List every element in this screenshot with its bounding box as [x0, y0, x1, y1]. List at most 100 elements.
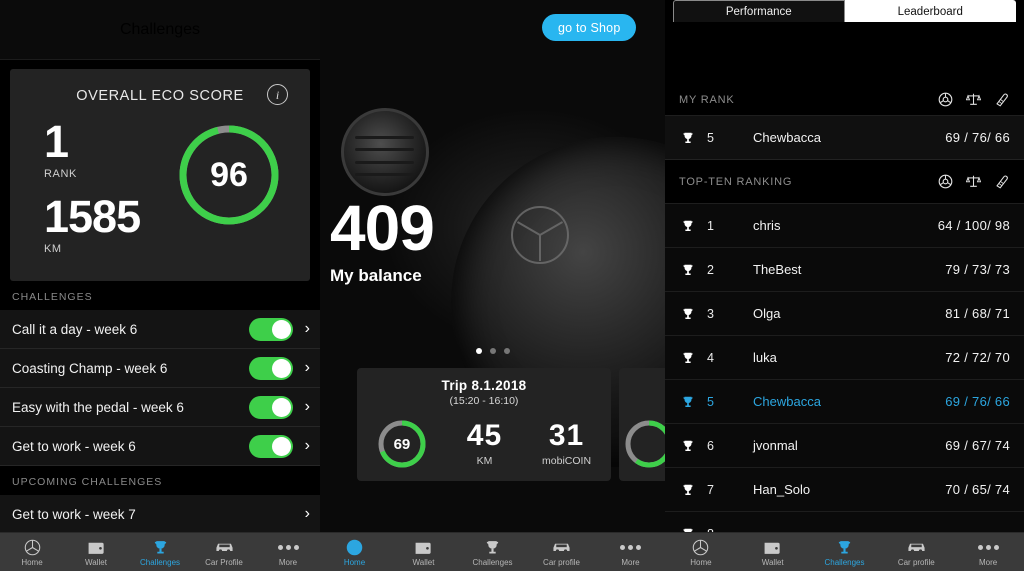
page-dot[interactable]: [503, 348, 510, 354]
rank-scores: 69 / 76/ 66: [945, 130, 1010, 145]
leaderboard-row[interactable]: 4 luka 72 / 72/ 70: [665, 336, 1024, 380]
overall-eco-score-card: OVERALL ECO SCORE i 1 RANK 1585 KM 96: [10, 69, 310, 281]
trip-title: Trip 8.1.2018: [441, 378, 527, 393]
wallet-icon: [414, 538, 433, 557]
trip-card[interactable]: Trip 8.1.2018 (15:20 - 16:10) 69 45 KM 3…: [357, 368, 611, 481]
nav-item-home[interactable]: Home: [0, 538, 64, 567]
trip-coin-label: mobiCOIN: [542, 455, 592, 467]
eco-score-ring: 96: [177, 123, 281, 227]
nav-item-more[interactable]: More: [952, 538, 1024, 567]
upcoming-challenges-section-label: UPCOMING CHALLENGES: [12, 476, 163, 488]
leaderboard-row-current-user[interactable]: 5 Chewbacca 69 / 76/ 66: [665, 380, 1024, 424]
leaderboard-row[interactable]: 3 Olga 81 / 68/ 71: [665, 292, 1024, 336]
challenge-row[interactable]: Coasting Champ - week 6 ›: [0, 349, 320, 388]
nav-item-wallet[interactable]: Wallet: [64, 538, 128, 567]
chevron-right-icon: ›: [304, 505, 310, 522]
rank-scores: 69 / 76/ 66: [945, 394, 1010, 409]
info-icon[interactable]: i: [267, 84, 288, 105]
bottom-nav: Home Wallet Challenges Car Profile More: [0, 532, 320, 571]
leaderboard-row[interactable]: 7 Han_Solo 70 / 65/ 74: [665, 468, 1024, 512]
challenges-header: Challenges: [0, 0, 320, 60]
air-vent-decoration: [340, 108, 429, 197]
nav-item-more[interactable]: More: [256, 538, 320, 567]
upcoming-challenges-list: Get to work - week 7 ›: [0, 495, 320, 534]
ellipsis-icon: [620, 538, 641, 557]
tab-performance[interactable]: Performance: [673, 0, 845, 22]
trip-km-value: 45: [466, 419, 503, 452]
rank-scores: 79 / 73/ 73: [945, 262, 1010, 277]
nav-item-home[interactable]: Home: [320, 538, 389, 567]
carousel-page-dots[interactable]: [320, 348, 665, 354]
nav-item-challenges[interactable]: Challenges: [128, 538, 192, 567]
trophy-icon: [681, 351, 697, 365]
balance-label: My balance: [330, 266, 422, 285]
challenge-row[interactable]: Get to work - week 6 ›: [0, 427, 320, 466]
trip-cards-carousel[interactable]: Trip 8.1.2018 (15:20 - 16:10) 69 45 KM 3…: [320, 368, 665, 481]
km-label: KM: [44, 242, 62, 255]
km-value: 1585: [44, 190, 141, 242]
page-dot[interactable]: [475, 348, 482, 354]
challenge-label: Call it a day - week 6: [12, 321, 138, 337]
rank-label: RANK: [44, 167, 77, 180]
nav-item-car-profile[interactable]: Car profile: [880, 538, 952, 567]
trip-coins: 31 mobiCOIN: [542, 419, 592, 468]
challenge-label: Get to work - week 6: [12, 438, 136, 454]
tab-leaderboard[interactable]: Leaderboard: [844, 0, 1016, 22]
eco-score-value: 96: [210, 155, 248, 194]
tab-content-spacer: [665, 22, 1024, 84]
leaderboard-row[interactable]: 6 jvonmal 69 / 67/ 74: [665, 424, 1024, 468]
nav-label: Challenges: [139, 557, 181, 567]
nav-item-wallet[interactable]: Wallet: [389, 538, 458, 567]
go-to-shop-button[interactable]: go to Shop: [542, 14, 637, 41]
nav-item-home[interactable]: Home: [665, 538, 737, 567]
nav-label: Challenges: [472, 557, 513, 567]
nav-label: Challenges: [824, 557, 865, 567]
nav-item-car-profile[interactable]: Car Profile: [192, 538, 256, 567]
rank-username: Han_Solo: [753, 482, 811, 497]
challenge-label: Easy with the pedal - week 6: [12, 399, 184, 415]
chevron-right-icon: ›: [304, 437, 310, 454]
nav-item-car-profile[interactable]: Car profile: [527, 538, 596, 567]
nav-label: Car profile: [543, 557, 580, 567]
trip-score-ring: 69: [377, 419, 427, 469]
trophy-icon: [681, 263, 697, 277]
ellipsis-icon: [977, 538, 999, 557]
page-dot[interactable]: [489, 348, 496, 354]
challenge-row[interactable]: Easy with the pedal - week 6 ›: [0, 388, 320, 427]
balance-value: 409: [330, 192, 435, 264]
nav-item-challenges[interactable]: Challenges: [458, 538, 527, 567]
challenge-row[interactable]: Call it a day - week 6 ›: [0, 310, 320, 349]
leaderboard-row[interactable]: 2 TheBest 79 / 73/ 73: [665, 248, 1024, 292]
challenge-toggle[interactable]: [248, 434, 293, 458]
rank-username: Chewbacca: [753, 130, 821, 145]
steering-wheel-icon: [938, 92, 953, 107]
wallet-icon: [763, 538, 782, 557]
challenge-label: Coasting Champ - week 6: [12, 360, 168, 376]
nav-label: Car Profile: [205, 557, 243, 567]
leaderboard-row[interactable]: 1 chris 64 / 100/ 98: [665, 204, 1024, 248]
nav-item-challenges[interactable]: Challenges: [809, 538, 881, 567]
challenge-toggle[interactable]: [248, 395, 293, 419]
trip-card-next-partial[interactable]: [619, 368, 665, 481]
chevron-right-icon: ›: [304, 359, 310, 376]
mercedes-star-icon: [346, 538, 363, 557]
trophy-icon: [484, 538, 501, 557]
car-icon: [906, 538, 927, 557]
trip-coin-value: 31: [548, 419, 585, 452]
chevron-right-icon: ›: [304, 320, 310, 337]
challenge-toggle[interactable]: [248, 317, 293, 341]
page-title: Challenges: [119, 20, 201, 38]
rank-scores: 72 / 72/ 70: [945, 350, 1010, 365]
upcoming-challenge-row[interactable]: Get to work - week 7 ›: [0, 495, 320, 534]
challenge-toggle[interactable]: [248, 356, 293, 380]
trophy-icon: [152, 538, 169, 557]
rank-position: 5: [707, 130, 714, 145]
eco-score-ring-wrap: 96: [148, 121, 310, 227]
rank-scores: 69 / 67/ 74: [945, 438, 1010, 453]
trophy-icon: [681, 307, 697, 321]
nav-item-wallet[interactable]: Wallet: [737, 538, 809, 567]
trip-time: (15:20 - 16:10): [449, 395, 519, 407]
nav-item-more[interactable]: More: [596, 538, 665, 567]
eco-card-title: OVERALL ECO SCORE: [76, 88, 244, 104]
my-rank-row[interactable]: 5 Chewbacca 69 / 76/ 66: [665, 116, 1024, 160]
